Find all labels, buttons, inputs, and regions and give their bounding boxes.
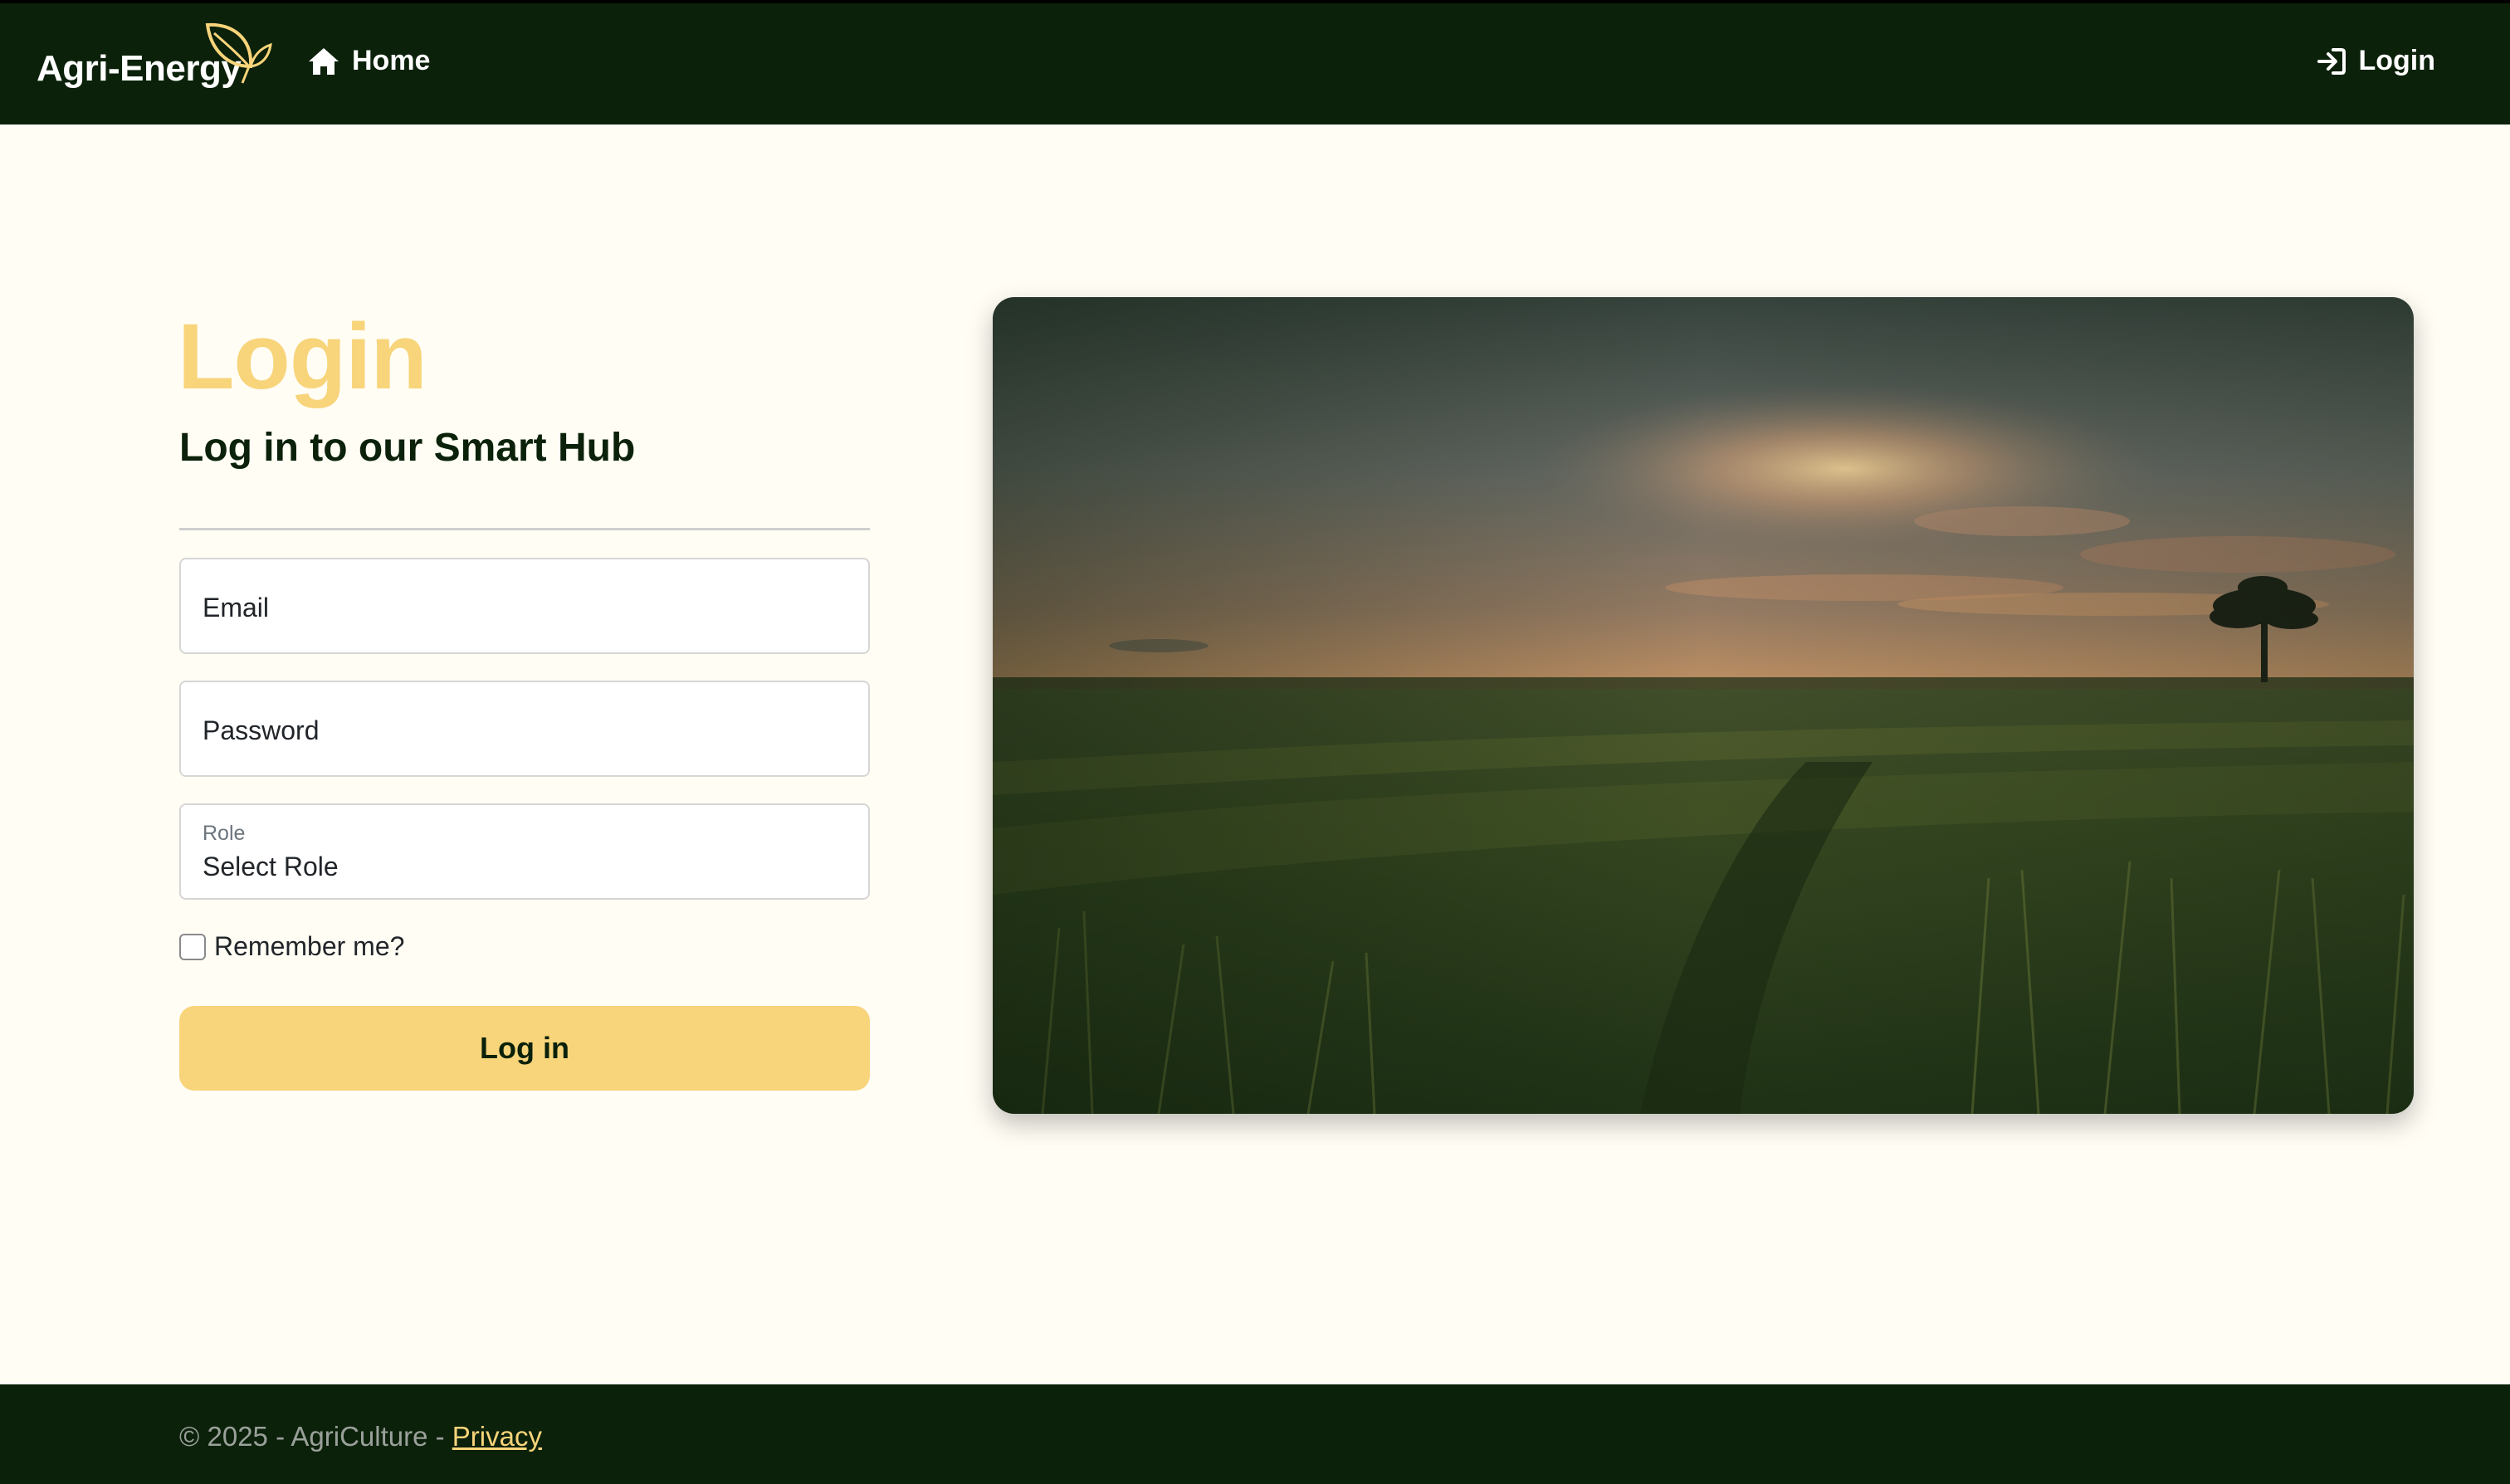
remember-me-checkbox[interactable] bbox=[179, 933, 206, 960]
home-icon bbox=[309, 47, 339, 75]
nav-home-link[interactable]: Home bbox=[307, 45, 430, 77]
page-subtitle: Log in to our Smart Hub bbox=[179, 426, 636, 470]
footer-text: © 2025 - AgriCulture - Privacy bbox=[179, 1421, 542, 1452]
hero-image bbox=[993, 297, 2414, 1114]
remember-me[interactable]: Remember me? bbox=[179, 931, 404, 962]
privacy-link[interactable]: Privacy bbox=[452, 1421, 542, 1452]
divider bbox=[179, 528, 870, 530]
footer: © 2025 - AgriCulture - Privacy bbox=[0, 1384, 2510, 1484]
leaf-icon bbox=[205, 22, 272, 84]
role-select[interactable]: Role Select Role bbox=[179, 803, 870, 900]
nav-home-label: Home bbox=[352, 45, 431, 76]
login-button[interactable]: Log in bbox=[179, 1006, 870, 1091]
sign-in-icon bbox=[2317, 47, 2346, 75]
rice-field-illustration bbox=[993, 297, 2414, 1114]
footer-copyright: © 2025 - AgriCulture - bbox=[179, 1421, 452, 1452]
role-select-label: Role bbox=[203, 822, 246, 845]
role-select-value: Select Role bbox=[203, 852, 339, 881]
nav-login-link[interactable]: Login bbox=[2317, 45, 2435, 77]
email-field-label: Email bbox=[203, 593, 270, 622]
password-field[interactable]: Password bbox=[179, 681, 870, 777]
email-field[interactable]: Email bbox=[179, 558, 870, 654]
password-field-label: Password bbox=[203, 715, 320, 745]
navbar: Agri-Energy Home Login bbox=[0, 0, 2510, 124]
nav-login-label: Login bbox=[2358, 45, 2435, 76]
remember-me-label: Remember me? bbox=[214, 931, 405, 961]
page-title: Login bbox=[178, 305, 427, 408]
